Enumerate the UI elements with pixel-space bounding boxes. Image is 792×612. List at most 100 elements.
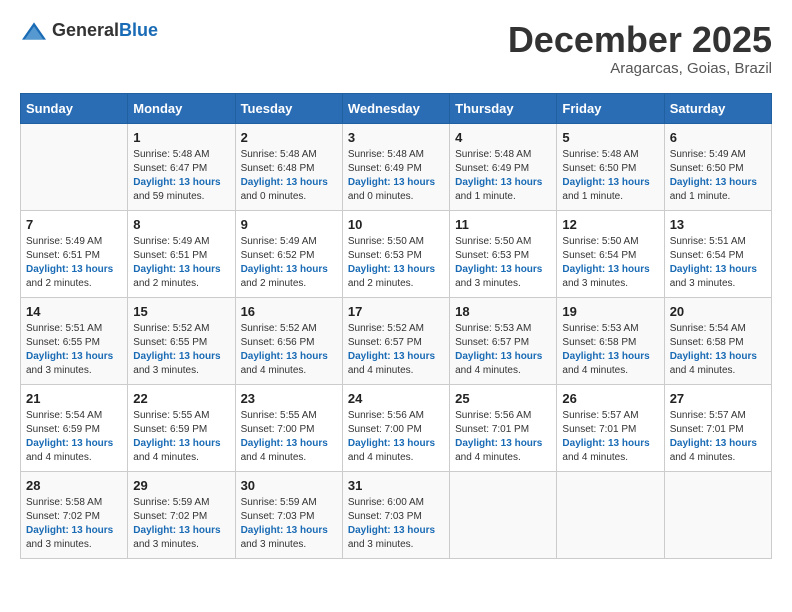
day-number: 24 — [348, 391, 444, 406]
cell-info: Sunrise: 6:00 AM Sunset: 7:03 PM Dayligh… — [348, 496, 444, 552]
daylight-label: Daylight: 13 hours — [241, 525, 328, 536]
calendar-cell: 4 Sunrise: 5:48 AM Sunset: 6:49 PM Dayli… — [450, 123, 557, 210]
sunset: Sunset: 6:55 PM — [26, 337, 100, 348]
day-number: 25 — [455, 391, 551, 406]
calendar-cell: 11 Sunrise: 5:50 AM Sunset: 6:53 PM Dayl… — [450, 210, 557, 297]
sunrise: Sunrise: 5:48 AM — [241, 149, 317, 160]
daylight-label: Daylight: 13 hours — [455, 351, 542, 362]
cell-info: Sunrise: 5:49 AM Sunset: 6:51 PM Dayligh… — [133, 235, 229, 291]
cell-info: Sunrise: 5:49 AM Sunset: 6:51 PM Dayligh… — [26, 235, 122, 291]
daylight-minutes: and 4 minutes. — [670, 365, 736, 376]
cell-info: Sunrise: 5:49 AM Sunset: 6:50 PM Dayligh… — [670, 148, 766, 204]
daylight-minutes: and 4 minutes. — [455, 365, 521, 376]
daylight-minutes: and 3 minutes. — [133, 365, 199, 376]
cell-info: Sunrise: 5:52 AM Sunset: 6:57 PM Dayligh… — [348, 322, 444, 378]
cell-info: Sunrise: 5:55 AM Sunset: 6:59 PM Dayligh… — [133, 409, 229, 465]
day-number: 5 — [562, 130, 658, 145]
daylight-minutes: and 2 minutes. — [26, 278, 92, 289]
daylight-label: Daylight: 13 hours — [348, 177, 435, 188]
sunset: Sunset: 7:03 PM — [348, 511, 422, 522]
day-number: 2 — [241, 130, 337, 145]
calendar-cell: 10 Sunrise: 5:50 AM Sunset: 6:53 PM Dayl… — [342, 210, 449, 297]
calendar-cell: 15 Sunrise: 5:52 AM Sunset: 6:55 PM Dayl… — [128, 297, 235, 384]
calendar-cell: 6 Sunrise: 5:49 AM Sunset: 6:50 PM Dayli… — [664, 123, 771, 210]
sunset: Sunset: 6:56 PM — [241, 337, 315, 348]
sunrise: Sunrise: 5:56 AM — [348, 410, 424, 421]
sunset: Sunset: 6:51 PM — [26, 250, 100, 261]
daylight-label: Daylight: 13 hours — [670, 264, 757, 275]
day-number: 10 — [348, 217, 444, 232]
daylight-label: Daylight: 13 hours — [133, 351, 220, 362]
cell-info: Sunrise: 5:55 AM Sunset: 7:00 PM Dayligh… — [241, 409, 337, 465]
day-number: 21 — [26, 391, 122, 406]
daylight-minutes: and 4 minutes. — [348, 365, 414, 376]
daylight-label: Daylight: 13 hours — [670, 438, 757, 449]
sunrise: Sunrise: 5:49 AM — [241, 236, 317, 247]
calendar-cell: 30 Sunrise: 5:59 AM Sunset: 7:03 PM Dayl… — [235, 471, 342, 558]
sunrise: Sunrise: 5:54 AM — [26, 410, 102, 421]
calendar-cell: 12 Sunrise: 5:50 AM Sunset: 6:54 PM Dayl… — [557, 210, 664, 297]
logo-general: General — [52, 20, 119, 40]
daylight-label: Daylight: 13 hours — [241, 438, 328, 449]
page-header: GeneralBlue December 2025 Aragarcas, Goi… — [20, 20, 772, 77]
sunset: Sunset: 6:53 PM — [348, 250, 422, 261]
week-row-4: 21 Sunrise: 5:54 AM Sunset: 6:59 PM Dayl… — [21, 384, 772, 471]
daylight-label: Daylight: 13 hours — [348, 525, 435, 536]
daylight-label: Daylight: 13 hours — [133, 177, 220, 188]
calendar-cell: 1 Sunrise: 5:48 AM Sunset: 6:47 PM Dayli… — [128, 123, 235, 210]
daylight-label: Daylight: 13 hours — [562, 351, 649, 362]
daylight-minutes: and 4 minutes. — [455, 452, 521, 463]
weekday-header-friday: Friday — [557, 93, 664, 123]
sunrise: Sunrise: 5:51 AM — [26, 323, 102, 334]
calendar-cell: 19 Sunrise: 5:53 AM Sunset: 6:58 PM Dayl… — [557, 297, 664, 384]
day-number: 27 — [670, 391, 766, 406]
calendar-cell — [664, 471, 771, 558]
calendar-cell: 17 Sunrise: 5:52 AM Sunset: 6:57 PM Dayl… — [342, 297, 449, 384]
day-number: 8 — [133, 217, 229, 232]
daylight-label: Daylight: 13 hours — [670, 177, 757, 188]
cell-info: Sunrise: 5:48 AM Sunset: 6:49 PM Dayligh… — [348, 148, 444, 204]
calendar-cell: 24 Sunrise: 5:56 AM Sunset: 7:00 PM Dayl… — [342, 384, 449, 471]
daylight-label: Daylight: 13 hours — [241, 351, 328, 362]
sunset: Sunset: 7:00 PM — [348, 424, 422, 435]
sunrise: Sunrise: 5:51 AM — [670, 236, 746, 247]
sunset: Sunset: 6:52 PM — [241, 250, 315, 261]
sunrise: Sunrise: 5:55 AM — [133, 410, 209, 421]
calendar-cell: 28 Sunrise: 5:58 AM Sunset: 7:02 PM Dayl… — [21, 471, 128, 558]
daylight-minutes: and 3 minutes. — [133, 539, 199, 550]
day-number: 1 — [133, 130, 229, 145]
sunset: Sunset: 6:58 PM — [670, 337, 744, 348]
sunrise: Sunrise: 5:59 AM — [133, 497, 209, 508]
cell-info: Sunrise: 5:57 AM Sunset: 7:01 PM Dayligh… — [670, 409, 766, 465]
daylight-label: Daylight: 13 hours — [26, 525, 113, 536]
sunset: Sunset: 6:57 PM — [455, 337, 529, 348]
daylight-label: Daylight: 13 hours — [562, 438, 649, 449]
day-number: 7 — [26, 217, 122, 232]
location: Aragarcas, Goias, Brazil — [508, 60, 772, 77]
daylight-minutes: and 4 minutes. — [26, 452, 92, 463]
cell-info: Sunrise: 5:49 AM Sunset: 6:52 PM Dayligh… — [241, 235, 337, 291]
day-number: 12 — [562, 217, 658, 232]
day-number: 20 — [670, 304, 766, 319]
cell-info: Sunrise: 5:52 AM Sunset: 6:55 PM Dayligh… — [133, 322, 229, 378]
daylight-minutes: and 2 minutes. — [348, 278, 414, 289]
sunrise: Sunrise: 5:50 AM — [455, 236, 531, 247]
daylight-label: Daylight: 13 hours — [133, 264, 220, 275]
sunset: Sunset: 6:57 PM — [348, 337, 422, 348]
sunset: Sunset: 6:59 PM — [133, 424, 207, 435]
daylight-minutes: and 2 minutes. — [241, 278, 307, 289]
sunset: Sunset: 7:01 PM — [455, 424, 529, 435]
daylight-label: Daylight: 13 hours — [133, 525, 220, 536]
daylight-minutes: and 4 minutes. — [241, 365, 307, 376]
calendar-cell: 7 Sunrise: 5:49 AM Sunset: 6:51 PM Dayli… — [21, 210, 128, 297]
day-number: 29 — [133, 478, 229, 493]
sunrise: Sunrise: 5:48 AM — [455, 149, 531, 160]
calendar-cell: 27 Sunrise: 5:57 AM Sunset: 7:01 PM Dayl… — [664, 384, 771, 471]
sunrise: Sunrise: 5:52 AM — [348, 323, 424, 334]
day-number: 30 — [241, 478, 337, 493]
logo-blue: Blue — [119, 20, 158, 40]
cell-info: Sunrise: 5:50 AM Sunset: 6:54 PM Dayligh… — [562, 235, 658, 291]
day-number: 16 — [241, 304, 337, 319]
daylight-label: Daylight: 13 hours — [562, 177, 649, 188]
sunrise: Sunrise: 5:49 AM — [26, 236, 102, 247]
